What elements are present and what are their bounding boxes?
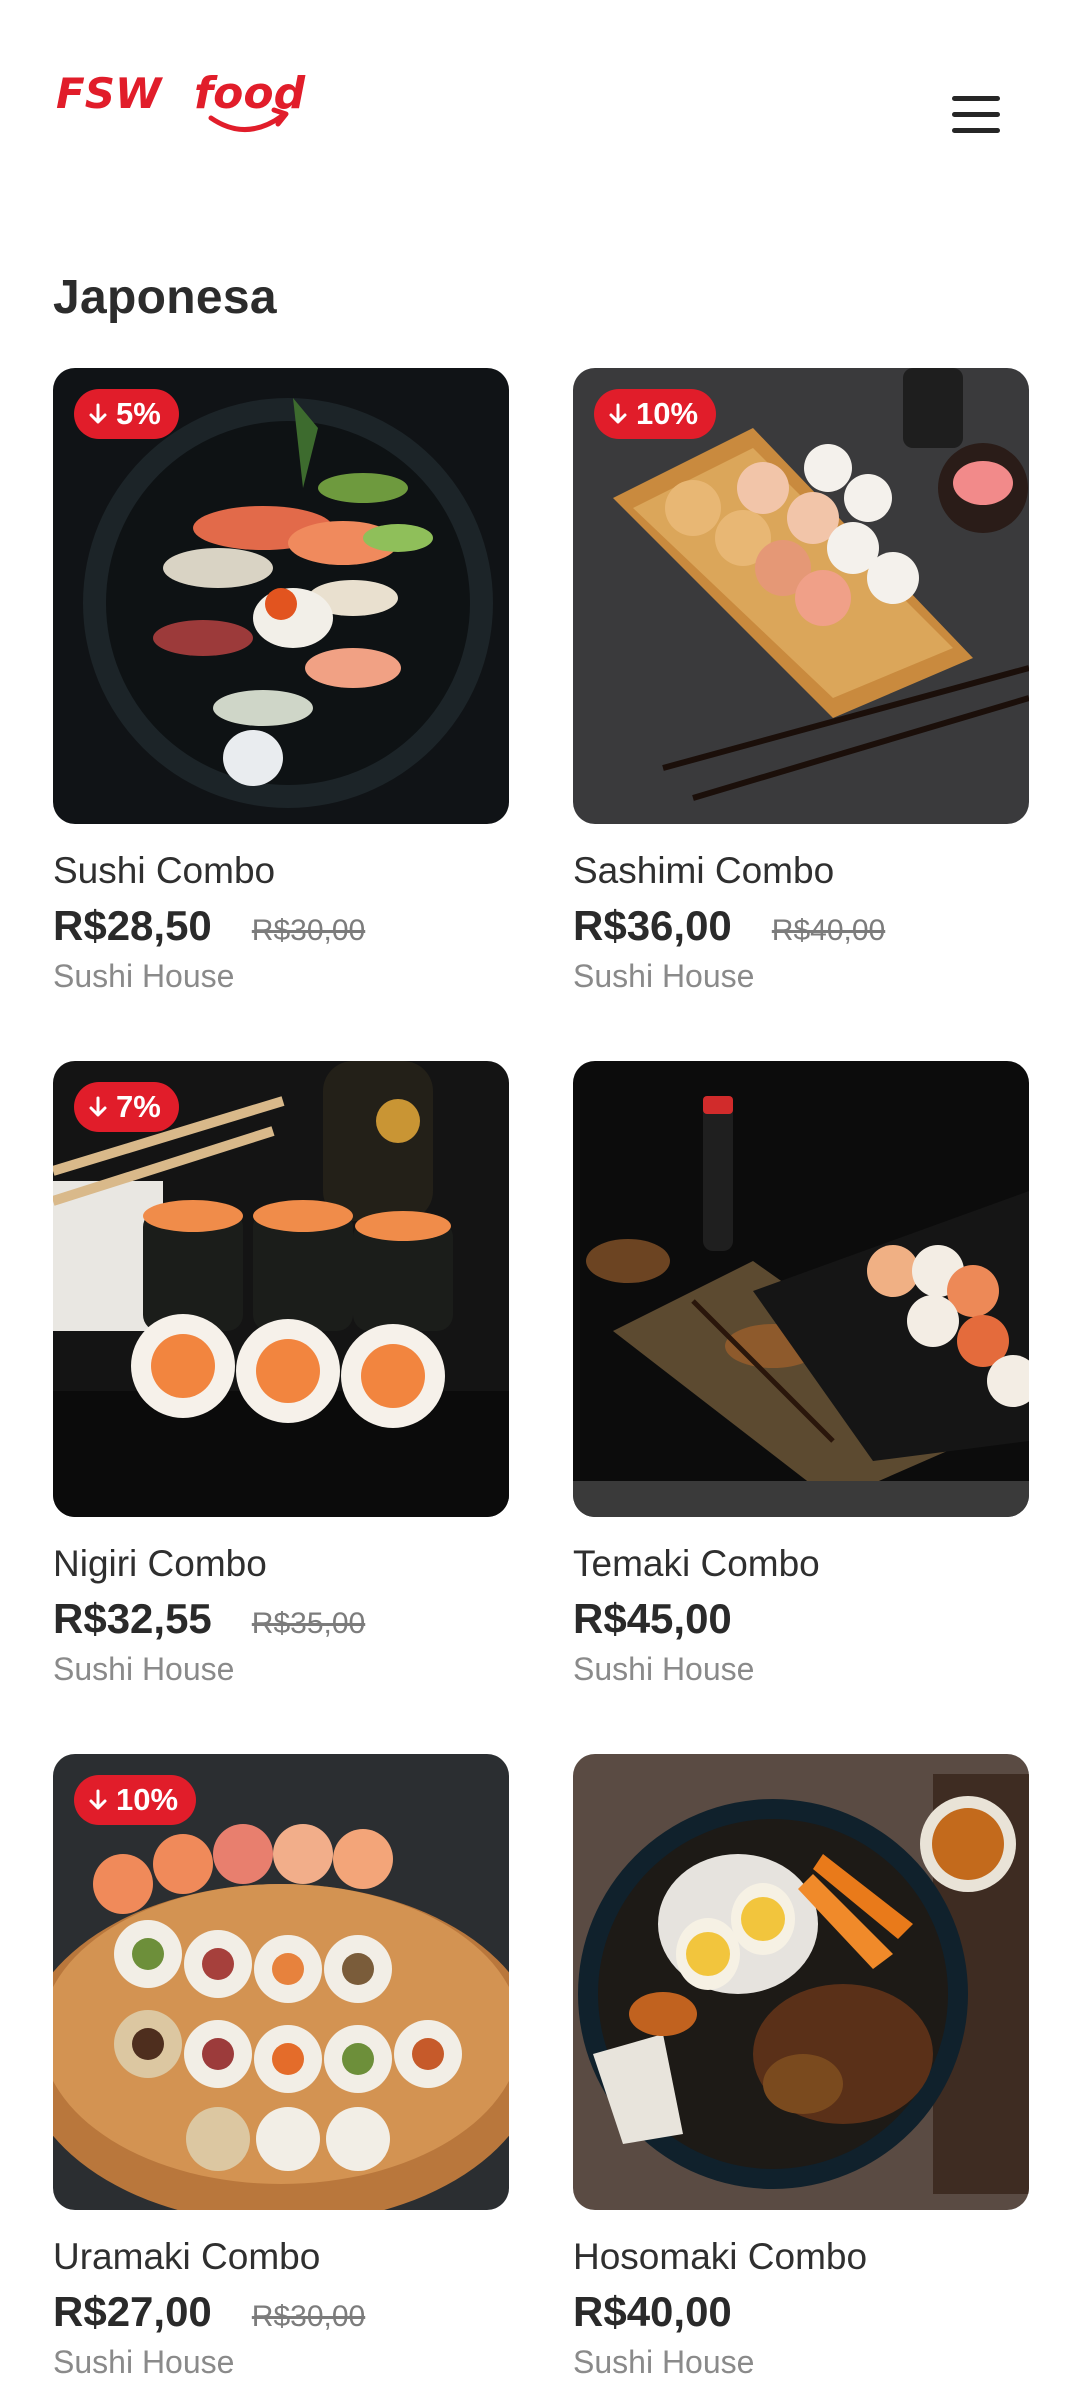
product-image[interactable]: 5% — [53, 368, 509, 824]
svg-text:FSW: FSW — [56, 70, 164, 118]
page-title: Japonesa — [53, 271, 277, 325]
hamburger-menu-icon[interactable] — [940, 90, 1010, 142]
app-header: FSW food — [0, 0, 1082, 230]
svg-text:food: food — [194, 70, 306, 119]
product-card[interactable]: 7% Nigiri Combo R$32,55 R$35,00 Sushi Ho… — [53, 1061, 509, 1688]
product-price: R$32,55 — [53, 1595, 212, 1642]
product-image[interactable] — [573, 1061, 1029, 1517]
product-card[interactable]: Hosomaki Combo R$40,00 Sushi House — [573, 1754, 1029, 2381]
arrow-down-icon — [609, 403, 627, 424]
restaurant-name: Sushi House — [53, 2344, 235, 2380]
product-grid: 5% Sushi Combo R$28,50 R$30,00 Sushi Hou… — [53, 368, 1029, 2381]
product-card[interactable]: 5% Sushi Combo R$28,50 R$30,00 Sushi Hou… — [53, 368, 509, 995]
product-card[interactable]: Temaki Combo R$45,00 Sushi House — [573, 1061, 1029, 1688]
product-name: Sushi Combo — [53, 850, 276, 891]
product-price: R$45,00 — [573, 1595, 732, 1642]
product-image[interactable]: 10% — [573, 368, 1029, 824]
restaurant-name: Sushi House — [573, 2344, 755, 2380]
product-name: Sashimi Combo — [573, 850, 835, 891]
product-price: R$36,00 — [573, 902, 732, 949]
restaurant-name: Sushi House — [53, 958, 235, 994]
restaurant-name: Sushi House — [53, 1651, 235, 1687]
logo-mark: FSW food — [56, 68, 306, 132]
discount-badge: 7% — [74, 1082, 179, 1132]
product-image[interactable] — [573, 1754, 1029, 2210]
product-price: R$27,00 — [53, 2288, 212, 2335]
restaurant-name: Sushi House — [573, 1651, 755, 1687]
product-name: Hosomaki Combo — [573, 2236, 868, 2277]
product-image[interactable]: 10% — [53, 1754, 509, 2210]
discount-badge: 10% — [594, 389, 717, 439]
discount-badge: 5% — [74, 389, 179, 439]
arrow-down-icon — [89, 403, 107, 424]
product-old-price: R$30,00 — [251, 914, 366, 947]
arrow-down-icon — [89, 1789, 107, 1810]
product-name: Nigiri Combo — [53, 1543, 267, 1584]
product-old-price: R$40,00 — [771, 914, 886, 947]
product-card[interactable]: 10% Uramaki Combo R$27,00 R$30,00 Sushi … — [53, 1754, 509, 2381]
discount-badge: 10% — [74, 1775, 197, 1825]
product-price: R$28,50 — [53, 902, 212, 949]
restaurant-name: Sushi House — [573, 958, 755, 994]
product-card[interactable]: 10% Sashimi Combo R$36,00 R$40,00 Sushi … — [573, 368, 1029, 995]
product-price: R$40,00 — [573, 2288, 732, 2335]
fsw-food-logo[interactable]: FSW food — [56, 68, 316, 150]
product-old-price: R$35,00 — [251, 1607, 366, 1640]
product-name: Temaki Combo — [573, 1543, 820, 1584]
product-name: Uramaki Combo — [53, 2236, 321, 2277]
product-old-price: R$30,00 — [251, 2300, 366, 2333]
product-image[interactable]: 7% — [53, 1061, 509, 1517]
arrow-down-icon — [89, 1096, 107, 1117]
